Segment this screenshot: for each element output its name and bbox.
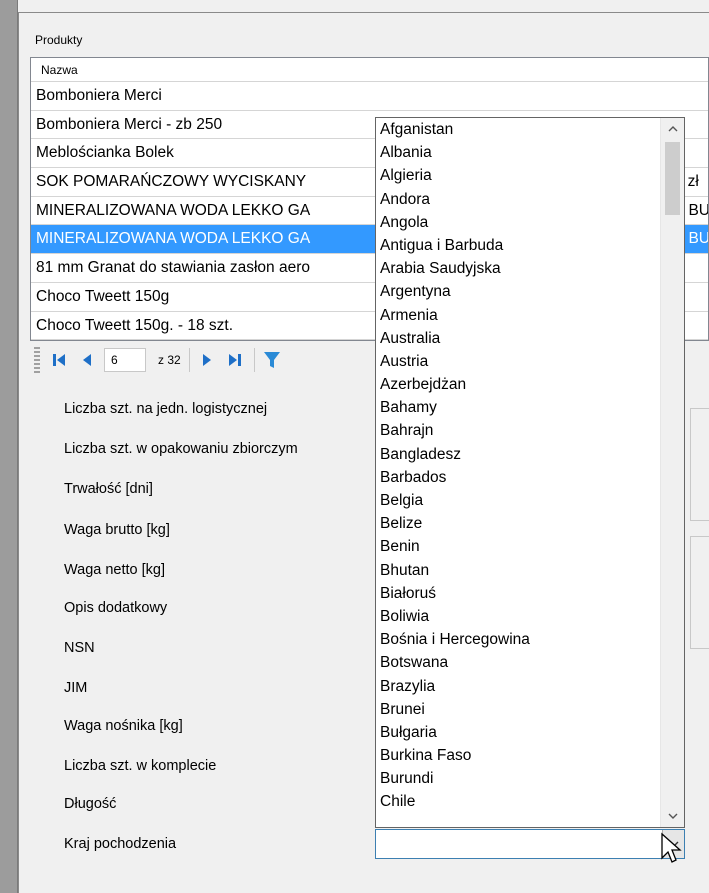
label-carrier-weight: Waga nośnika [kg] [64,718,183,734]
group-title: Produkty [35,33,83,47]
label-gross-weight: Waga brutto [kg] [64,522,170,538]
label-length: Długość [64,796,117,812]
dropdown-option[interactable]: Argentyna [376,280,659,303]
product-name-cell: 81 mm Granat do stawiania zasłon aero [36,259,310,277]
toolbar-separator [253,348,255,372]
previous-record-icon[interactable] [76,348,98,372]
background-window-strip [0,0,18,893]
label-units-per-set: Liczba szt. w komplecie [64,758,217,774]
product-name-cell: SOK POMARAŃCZOWY WYCISKANY [36,173,307,191]
label-net-weight: Waga netto [kg] [64,562,166,578]
label-units-per-logistic: Liczba szt. na jedn. logistycznej [64,401,268,417]
dropdown-option[interactable]: Angola [376,211,659,234]
dropdown-option[interactable]: Bahrajn [376,419,659,442]
dropdown-option[interactable]: Botswana [376,651,659,674]
dropdown-option[interactable]: Australia [376,327,659,350]
dropdown-option[interactable]: Bangladesz [376,443,659,466]
dropdown-option[interactable]: Belize [376,512,659,535]
product-name-cell: Choco Tweett 150g. - 18 szt. [36,316,234,334]
dropdown-option[interactable]: Bułgaria [376,721,659,744]
scroll-up-icon[interactable] [661,118,684,140]
label-additional-desc: Opis dodatkowy [64,600,168,616]
product-name-cell: Meblościanka Bolek [36,144,174,162]
table-row[interactable]: Bomboniera Merci [31,82,708,111]
dropdown-option[interactable]: Burundi [376,767,659,790]
label-nsn: NSN [64,640,95,656]
dropdown-option[interactable]: Bahamy [376,396,659,419]
product-name-cell: MINERALIZOWANA WODA LEKKO GA [36,201,311,219]
dropdown-option[interactable]: Chile [376,790,659,813]
dropdown-option[interactable]: Belgia [376,489,659,512]
label-jim: JIM [64,680,88,696]
dropdown-option[interactable]: Antigua i Barbuda [376,234,659,257]
filter-icon[interactable] [261,348,283,372]
product-name-cell: Bomboniera Merci [36,87,162,104]
label-shelf-life: Trwałość [dni] [64,481,153,497]
first-record-icon[interactable] [48,348,70,372]
dropdown-option[interactable]: Brunei [376,698,659,721]
product-name-cell: MINERALIZOWANA WODA LEKKO GA [36,230,311,248]
label-units-per-bulk: Liczba szt. w opakowaniu zbiorczym [64,441,298,457]
dropdown-option[interactable]: Azerbejdżan [376,373,659,396]
side-panel-upper [690,408,709,521]
dropdown-option[interactable]: Albania [376,141,659,164]
dropdown-option[interactable]: Brazylia [376,675,659,698]
dropdown-option[interactable]: Algieria [376,164,659,187]
last-record-icon[interactable] [224,348,246,372]
dropdown-option[interactable]: Bośnia i Hercegowina [376,628,659,651]
dropdown-option[interactable]: Białoruś [376,582,659,605]
scroll-down-icon[interactable] [661,805,684,827]
toolbar-separator [188,348,190,372]
dropdown-option[interactable]: Arabia Saudyjska [376,257,659,280]
dropdown-scrollbar[interactable] [660,118,684,827]
scrollbar-thumb[interactable] [665,142,680,215]
toolbar-grip[interactable] [34,347,40,373]
dropdown-option[interactable]: Bhutan [376,559,659,582]
country-dropdown-list[interactable]: Afganistan Albania Algieria Andora Angola Ant… [375,117,685,828]
mouse-cursor-icon [661,832,682,863]
dropdown-option[interactable]: Barbados [376,466,659,489]
product-name-cell: Bomboniera Merci - zb 250 [36,115,223,133]
column-header-name[interactable]: Nazwa [31,58,708,82]
dropdown-option[interactable]: Austria [376,350,659,373]
record-count-label: z 32 [158,353,181,367]
label-country-of-origin: Kraj pochodzenia [64,836,177,852]
dropdown-option[interactable]: Afganistan [376,118,659,141]
dropdown-option[interactable]: Benin [376,535,659,558]
dropdown-option[interactable]: Andora [376,188,659,211]
dropdown-option[interactable]: Boliwia [376,605,659,628]
product-name-cell: Choco Tweett 150g [36,287,170,305]
country-combobox[interactable] [375,829,685,859]
side-panel-lower [690,536,709,649]
dropdown-option[interactable]: Armenia [376,304,659,327]
dropdown-option[interactable]: Burkina Faso [376,744,659,767]
next-record-icon[interactable] [196,348,218,372]
record-navigator: 6 z 32 [30,343,350,377]
record-position-input[interactable]: 6 [104,348,146,372]
